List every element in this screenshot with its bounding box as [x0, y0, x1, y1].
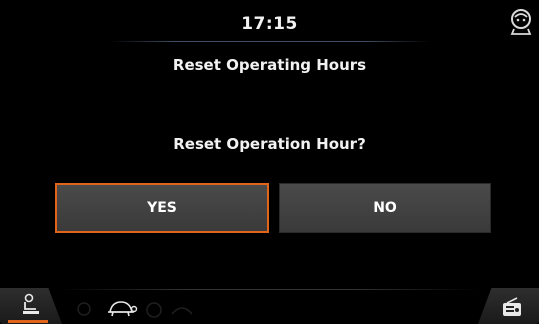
active-tab-indicator: [8, 320, 48, 323]
yes-button-label: YES: [147, 200, 177, 216]
header-divider: [110, 41, 430, 42]
display-screen: 17:15 Reset Operating Hours Reset Operat…: [0, 0, 539, 324]
page-title: Reset Operating Hours: [172, 56, 367, 74]
radio-icon: [503, 297, 521, 316]
bottom-divider: [60, 289, 480, 290]
speed-mode-icons: [77, 302, 193, 318]
operator-face-icon[interactable]: [508, 8, 534, 36]
clock-time: 17:15: [241, 14, 298, 34]
no-button[interactable]: NO: [279, 183, 491, 233]
no-button-label: NO: [373, 200, 397, 216]
operator-seat-icon: [23, 293, 39, 314]
yes-button[interactable]: YES: [55, 183, 269, 233]
confirm-question: Reset Operation Hour?: [173, 135, 366, 153]
